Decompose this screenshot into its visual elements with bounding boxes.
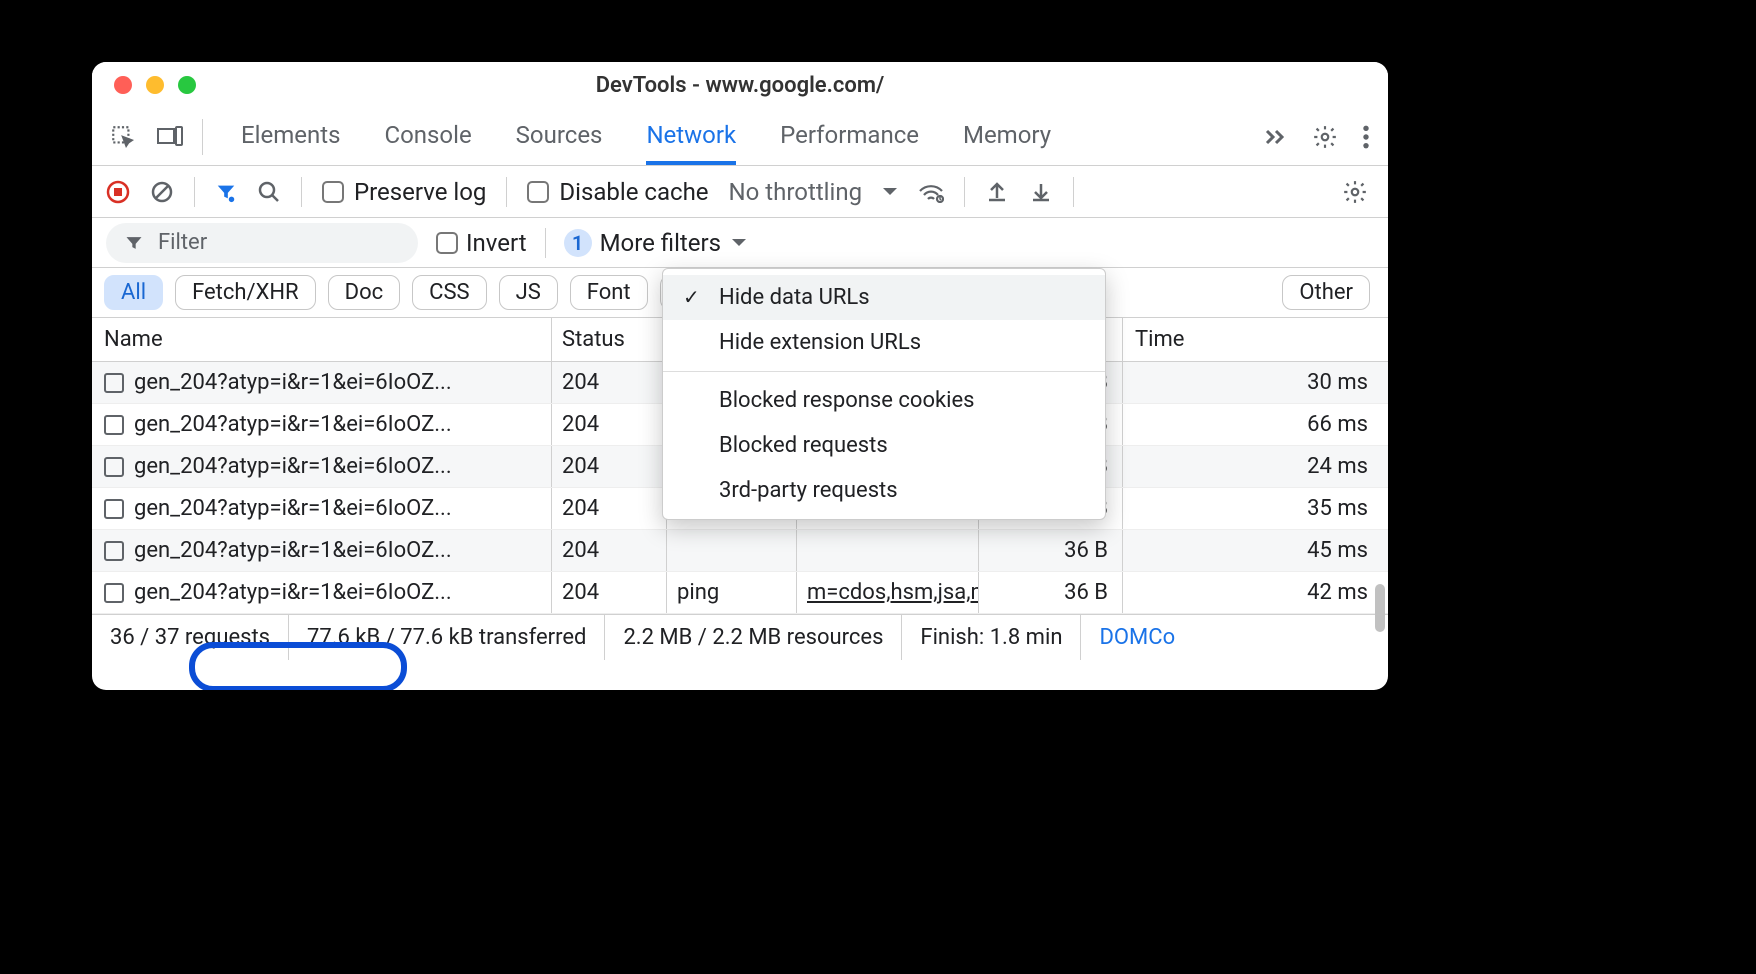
menu-blocked-requests[interactable]: Blocked requests <box>663 423 1105 468</box>
chip-css[interactable]: CSS <box>412 275 486 310</box>
status-domcontent: DOMCo <box>1081 615 1193 660</box>
chevron-down-icon <box>731 238 747 248</box>
menu-hide-data-urls[interactable]: Hide data URLs <box>663 275 1105 320</box>
request-time: 42 ms <box>1123 572 1388 613</box>
request-time: 35 ms <box>1123 488 1388 529</box>
request-status: 204 <box>552 572 667 613</box>
tab-elements[interactable]: Elements <box>241 109 340 165</box>
request-time: 66 ms <box>1123 404 1388 445</box>
kebab-menu-icon[interactable] <box>1362 124 1370 150</box>
col-time[interactable]: Time <box>1123 318 1388 361</box>
file-icon <box>104 373 124 393</box>
request-name: gen_204?atyp=i&r=1&ei=6IoOZ... <box>134 496 452 521</box>
tab-memory[interactable]: Memory <box>963 109 1051 165</box>
request-name: gen_204?atyp=i&r=1&ei=6IoOZ... <box>134 538 452 563</box>
request-name: gen_204?atyp=i&r=1&ei=6IoOZ... <box>134 370 452 395</box>
request-size: 36 B <box>979 530 1123 571</box>
tab-console[interactable]: Console <box>384 109 471 165</box>
status-requests: 36 / 37 requests <box>92 615 289 660</box>
filter-row: Filter Invert 1 More filters <box>92 218 1388 268</box>
menu-divider <box>663 371 1105 372</box>
request-time: 30 ms <box>1123 362 1388 403</box>
network-toolbar: Preserve log Disable cache No throttling <box>92 166 1388 218</box>
panel-tabs-row: Elements Console Sources Network Perform… <box>92 108 1388 166</box>
request-status: 204 <box>552 446 667 487</box>
table-row[interactable]: gen_204?atyp=i&r=1&ei=6IoOZ... 204 ping … <box>92 572 1388 614</box>
request-initiator[interactable]: m=cdos,hsm,jsa,m <box>807 580 978 605</box>
request-type <box>667 530 797 571</box>
file-icon <box>104 583 124 603</box>
disable-cache-checkbox[interactable]: Disable cache <box>527 178 708 206</box>
filter-icon[interactable] <box>215 181 237 203</box>
request-name: gen_204?atyp=i&r=1&ei=6IoOZ... <box>134 412 452 437</box>
export-har-icon[interactable] <box>1029 180 1053 204</box>
panel-tabs: Elements Console Sources Network Perform… <box>213 109 1051 165</box>
funnel-icon <box>124 233 144 253</box>
clear-icon[interactable] <box>150 180 174 204</box>
chip-font[interactable]: Font <box>570 275 648 310</box>
chip-fetch-xhr[interactable]: Fetch/XHR <box>175 275 316 310</box>
file-icon <box>104 541 124 561</box>
more-tabs-icon[interactable] <box>1262 127 1288 147</box>
status-finish: Finish: 1.8 min <box>902 615 1081 660</box>
col-status[interactable]: Status <box>552 318 667 361</box>
preserve-log-checkbox[interactable]: Preserve log <box>322 178 486 206</box>
request-status: 204 <box>552 530 667 571</box>
file-icon <box>104 499 124 519</box>
col-name[interactable]: Name <box>92 318 552 361</box>
status-transferred: 77.6 kB / 77.6 kB transferred <box>289 615 605 660</box>
tab-network[interactable]: Network <box>646 109 736 165</box>
file-icon <box>104 457 124 477</box>
tab-performance[interactable]: Performance <box>780 109 919 165</box>
network-conditions-icon[interactable] <box>918 181 944 203</box>
inspect-element-icon[interactable] <box>110 124 136 150</box>
chip-all[interactable]: All <box>104 275 163 310</box>
settings-icon[interactable] <box>1312 124 1338 150</box>
request-name: gen_204?atyp=i&r=1&ei=6IoOZ... <box>134 580 452 605</box>
more-filters-menu: Hide data URLs Hide extension URLs Block… <box>662 268 1106 520</box>
chip-doc[interactable]: Doc <box>328 275 401 310</box>
chip-other[interactable]: Other <box>1282 275 1370 310</box>
file-icon <box>104 415 124 435</box>
filter-input[interactable]: Filter <box>106 223 418 263</box>
request-time: 45 ms <box>1123 530 1388 571</box>
request-size: 36 B <box>979 572 1123 613</box>
devtools-window: DevTools - www.google.com/ Elements Cons… <box>92 62 1388 690</box>
status-bar: 36 / 37 requests 77.6 kB / 77.6 kB trans… <box>92 614 1388 660</box>
request-status: 204 <box>552 488 667 529</box>
titlebar: DevTools - www.google.com/ <box>92 62 1388 108</box>
menu-blocked-response-cookies[interactable]: Blocked response cookies <box>663 378 1105 423</box>
device-toolbar-icon[interactable] <box>156 124 184 150</box>
request-status: 204 <box>552 362 667 403</box>
request-status: 204 <box>552 404 667 445</box>
request-name: gen_204?atyp=i&r=1&ei=6IoOZ... <box>134 454 452 479</box>
scrollbar-thumb[interactable] <box>1375 584 1385 632</box>
tab-sources[interactable]: Sources <box>516 109 603 165</box>
request-time: 24 ms <box>1123 446 1388 487</box>
window-title: DevTools - www.google.com/ <box>92 73 1388 98</box>
import-har-icon[interactable] <box>985 180 1009 204</box>
search-icon[interactable] <box>257 180 281 204</box>
more-filters-button[interactable]: 1 More filters <box>564 229 747 257</box>
request-type: ping <box>667 572 797 613</box>
record-button-icon[interactable] <box>106 180 130 204</box>
status-resources: 2.2 MB / 2.2 MB resources <box>605 615 902 660</box>
chip-js[interactable]: JS <box>499 275 558 310</box>
table-row[interactable]: gen_204?atyp=i&r=1&ei=6IoOZ... 204 36 B … <box>92 530 1388 572</box>
throttling-select[interactable]: No throttling <box>729 178 899 206</box>
network-settings-icon[interactable] <box>1342 179 1368 205</box>
menu-hide-extension-urls[interactable]: Hide extension URLs <box>663 320 1105 365</box>
menu-3rd-party-requests[interactable]: 3rd-party requests <box>663 468 1105 513</box>
invert-checkbox[interactable]: Invert <box>436 229 527 257</box>
